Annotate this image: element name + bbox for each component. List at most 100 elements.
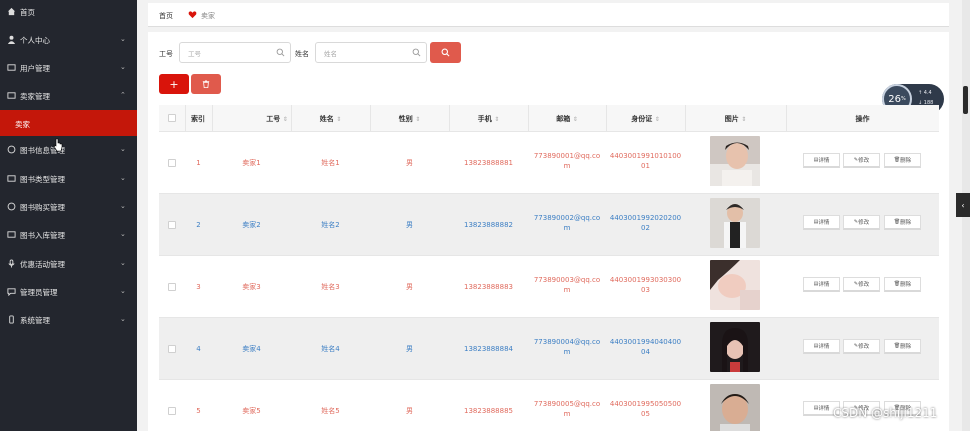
col-label: 身份证	[631, 115, 653, 123]
home-icon	[6, 6, 16, 16]
col-phone[interactable]: 手机 ⇕	[449, 114, 528, 124]
delete-button[interactable]: 🗑 删除	[884, 277, 921, 292]
col-label: 图片	[724, 115, 739, 123]
cell-email-text-wrap: m	[563, 286, 571, 294]
detail-button[interactable]: ▤ 详情	[803, 153, 840, 168]
cell-worker-no: 卖家5	[212, 406, 291, 416]
table-row[interactable]: 2 卖家2 姓名2 男 13823888882 773890002@qq.co m 44030…	[159, 194, 939, 256]
detail-button[interactable]: ▤ 详情	[803, 339, 840, 354]
sidebar-item-book-stock[interactable]: 图书入库管理 ⌄	[0, 221, 137, 249]
worker-no-input[interactable]: 工号	[179, 42, 291, 63]
cell-gender: 男	[370, 282, 449, 292]
edit-button[interactable]: ✎ 修改	[843, 215, 880, 230]
cell-phone-text: 13823888882	[464, 221, 513, 229]
cell-index: 4	[185, 344, 212, 354]
row-photo[interactable]	[710, 260, 760, 310]
sort-icon: ⇕	[282, 116, 288, 123]
cell-phone-text: 13823888881	[464, 159, 513, 167]
sidebar-item-admin[interactable]: 管理员管理 ⌄	[0, 278, 137, 306]
sidebar-item-promotion[interactable]: 优惠活动管理 ⌄	[0, 250, 137, 278]
sidebar-item-seller-management[interactable]: 卖家管理 ⌃	[0, 82, 137, 110]
cell-id-card: 4403001994040400 04	[606, 337, 685, 357]
gauge-value: 26	[888, 93, 901, 105]
cell-phone-text: 13823888885	[464, 407, 513, 415]
col-gender[interactable]: 性别 ⇕	[370, 114, 449, 124]
table-row[interactable]: 4 卖家4 姓名4 男 13823888884 773890004@qq.co m 44030…	[159, 318, 939, 380]
detail-button[interactable]: ▤ 详情	[803, 277, 840, 292]
sidebar-item-label: 系统管理	[20, 316, 50, 325]
row-photo[interactable]	[710, 198, 760, 248]
sort-icon: ⇕	[741, 116, 747, 123]
search-button[interactable]	[430, 42, 461, 63]
sidebar-item-book-purchase[interactable]: 图书购买管理 ⌄	[0, 193, 137, 221]
breadcrumb-home[interactable]: 首页	[159, 11, 173, 21]
delete-button[interactable]: 🗑 删除	[884, 339, 921, 354]
sidebar-item-book-info[interactable]: 图书信息管理 ⌄	[0, 136, 137, 164]
cell-email-text: 773890002@qq.co	[533, 214, 601, 222]
cell-name-text: 姓名2	[321, 221, 340, 229]
table-row[interactable]: 1 卖家1 姓名1 男 13823888881 773890001@qq.co m 44030…	[159, 132, 939, 194]
chevron-down-icon: ⌄	[120, 287, 126, 295]
cell-index-text: 5	[196, 407, 201, 415]
col-id-card[interactable]: 身份证 ⇕	[606, 114, 685, 124]
row-checkbox[interactable]	[168, 159, 176, 167]
cell-index-text: 3	[196, 283, 201, 291]
table-row[interactable]: 5 卖家5 姓名5 男 13823888885 773890005@qq.co m 44030…	[159, 380, 939, 431]
cell-email: 773890003@qq.co m	[528, 275, 606, 295]
chevron-down-icon: ⌄	[120, 230, 126, 238]
cell-index-text: 1	[196, 159, 201, 167]
detail-button[interactable]: ▤ 详情	[803, 215, 840, 230]
row-checkbox[interactable]	[168, 345, 176, 353]
row-photo[interactable]	[710, 384, 760, 431]
sidebar-item-personal-center[interactable]: 个人中心 ⌄	[0, 26, 137, 54]
sidebar-item-home[interactable]: 首页	[0, 0, 137, 26]
worker-no-placeholder: 工号	[188, 50, 201, 58]
sidebar-item-system[interactable]: 系统管理 ⌄	[0, 306, 137, 334]
chevron-down-icon: ⌄	[120, 202, 126, 210]
cell-worker-no: 卖家4	[212, 344, 291, 354]
delete-button[interactable]: 🗑 删除	[884, 153, 921, 168]
sidebar-item-user-management[interactable]: 用户管理 ⌄	[0, 54, 137, 82]
cell-worker-no-text: 卖家5	[242, 407, 261, 415]
table-row[interactable]: 3 卖家3 姓名3 男 13823888883 773890003@qq.co m 44030…	[159, 256, 939, 318]
cell-id-card-text-wrap: 03	[641, 286, 650, 294]
chevron-down-icon: ⌄	[120, 259, 126, 267]
chevron-down-icon: ⌄	[120, 63, 126, 71]
delete-button[interactable]: 🗑 删除	[884, 215, 921, 230]
delete-button-label: 删除	[900, 220, 912, 226]
upload-value: 4.4	[923, 90, 932, 96]
sidebar-subitem-seller[interactable]: 卖家	[0, 110, 137, 136]
cell-gender-text: 男	[406, 407, 413, 415]
edit-button[interactable]: ✎ 修改	[843, 339, 880, 354]
edit-button[interactable]: ✎ 修改	[843, 153, 880, 168]
add-button[interactable]: +	[159, 74, 189, 94]
user-icon	[6, 34, 16, 44]
side-collapse-tab[interactable]: ‹	[956, 193, 970, 217]
batch-delete-button[interactable]	[191, 74, 221, 94]
cell-email-text-wrap: m	[563, 162, 571, 170]
col-email[interactable]: 邮箱 ⇕	[528, 114, 606, 124]
row-checkbox[interactable]	[168, 407, 176, 415]
row-photo[interactable]	[710, 136, 760, 186]
col-photo[interactable]: 图片 ⇕	[685, 114, 786, 124]
name-input[interactable]: 姓名	[315, 42, 427, 63]
row-checkbox[interactable]	[168, 283, 176, 291]
detail-button-label: 详情	[818, 406, 830, 412]
scrollbar-thumb[interactable]	[963, 86, 968, 114]
name-placeholder: 姓名	[324, 50, 337, 58]
col-name[interactable]: 姓名 ⇕	[291, 114, 370, 124]
cell-id-card-text: 4403001994040400	[609, 338, 682, 346]
select-all-checkbox[interactable]	[168, 114, 176, 122]
row-photo[interactable]	[710, 322, 760, 372]
plus-icon: +	[169, 77, 179, 91]
cell-email-text-wrap: m	[563, 348, 571, 356]
cell-id-card: 4403001995050500 05	[606, 399, 685, 419]
col-actions: 操作	[855, 115, 870, 123]
edit-button[interactable]: ✎ 修改	[843, 277, 880, 292]
edit-button-label: 修改	[858, 344, 870, 350]
sidebar-item-label: 优惠活动管理	[20, 260, 65, 269]
sidebar-item-book-type[interactable]: 图书类型管理 ⌄	[0, 165, 137, 193]
cell-email: 773890005@qq.co m	[528, 399, 606, 419]
row-checkbox[interactable]	[168, 221, 176, 229]
cell-index: 5	[185, 406, 212, 416]
